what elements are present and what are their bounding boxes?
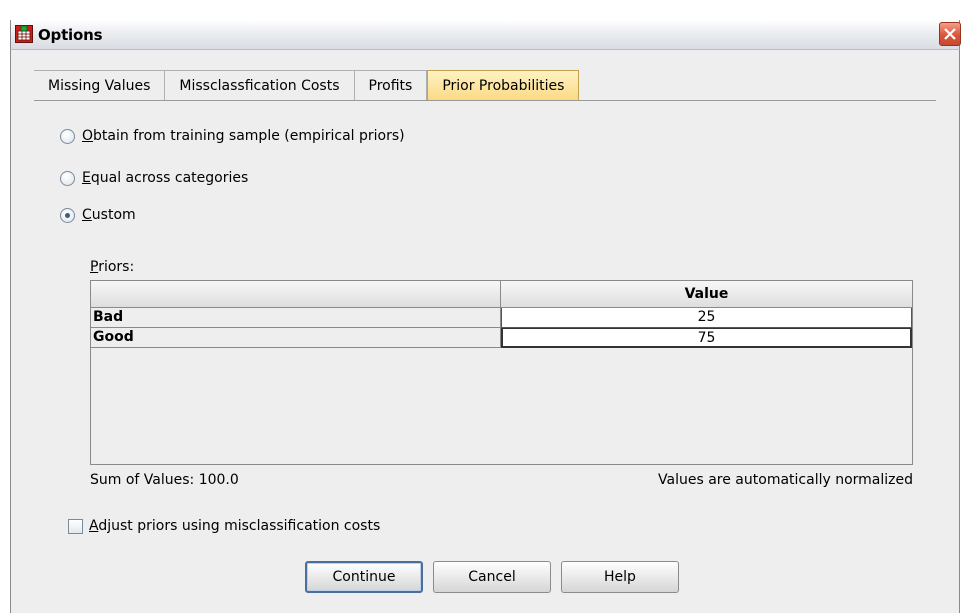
tab-divider bbox=[34, 100, 936, 101]
table-row: Bad 25 bbox=[91, 308, 912, 328]
value-cell[interactable]: 25 bbox=[501, 308, 912, 328]
close-button[interactable] bbox=[939, 22, 961, 46]
tab-bar: Missing Values Missclassfication Costs P… bbox=[34, 70, 580, 100]
radio-button[interactable] bbox=[60, 170, 75, 186]
app-icon bbox=[15, 25, 33, 43]
tab-profits[interactable]: Profits bbox=[354, 70, 428, 100]
radio-custom[interactable]: Custom bbox=[60, 207, 136, 223]
tab-missing-values[interactable]: Missing Values bbox=[34, 70, 166, 100]
priors-grid[interactable]: Value Bad 25 Good 75 bbox=[90, 280, 913, 465]
title-bar[interactable]: Options bbox=[10, 20, 961, 50]
value-cell[interactable]: 75 bbox=[501, 328, 912, 348]
adjust-priors-label: Adjust priors using misclassification co… bbox=[89, 518, 381, 534]
sum-of-values: Sum of Values: 100.0 bbox=[90, 472, 239, 488]
category-name-cell: Bad bbox=[91, 308, 501, 328]
radio-empirical-priors[interactable]: Obtain from training sample (empirical p… bbox=[60, 128, 405, 144]
category-name-cell: Good bbox=[91, 328, 501, 348]
table-row: Good 75 bbox=[91, 328, 912, 348]
radio-equal-categories[interactable]: Equal across categories bbox=[60, 170, 248, 186]
priors-label: Priors: bbox=[90, 259, 135, 275]
adjust-priors-checkbox[interactable] bbox=[68, 518, 83, 534]
tab-prior-probabilities[interactable]: Prior Probabilities bbox=[427, 70, 580, 100]
radio-button-selected[interactable] bbox=[60, 207, 75, 223]
normalization-note: Values are automatically normalized bbox=[658, 472, 913, 488]
tab-misclassification-costs[interactable]: Missclassfication Costs bbox=[165, 70, 355, 100]
radio-label-empirical: Obtain from training sample (empirical p… bbox=[82, 128, 405, 144]
continue-button[interactable]: Continue bbox=[305, 561, 423, 593]
radio-button[interactable] bbox=[60, 128, 75, 144]
cancel-button[interactable]: Cancel bbox=[433, 561, 551, 593]
radio-label-equal: Equal across categories bbox=[82, 170, 249, 186]
radio-label-custom: Custom bbox=[82, 207, 136, 223]
grid-corner-header bbox=[91, 281, 501, 308]
value-column-header: Value bbox=[501, 281, 912, 308]
dialog-title: Options bbox=[38, 26, 103, 44]
adjust-priors-option[interactable]: Adjust priors using misclassification co… bbox=[68, 518, 380, 534]
help-button[interactable]: Help bbox=[561, 561, 679, 593]
close-icon bbox=[944, 28, 956, 40]
